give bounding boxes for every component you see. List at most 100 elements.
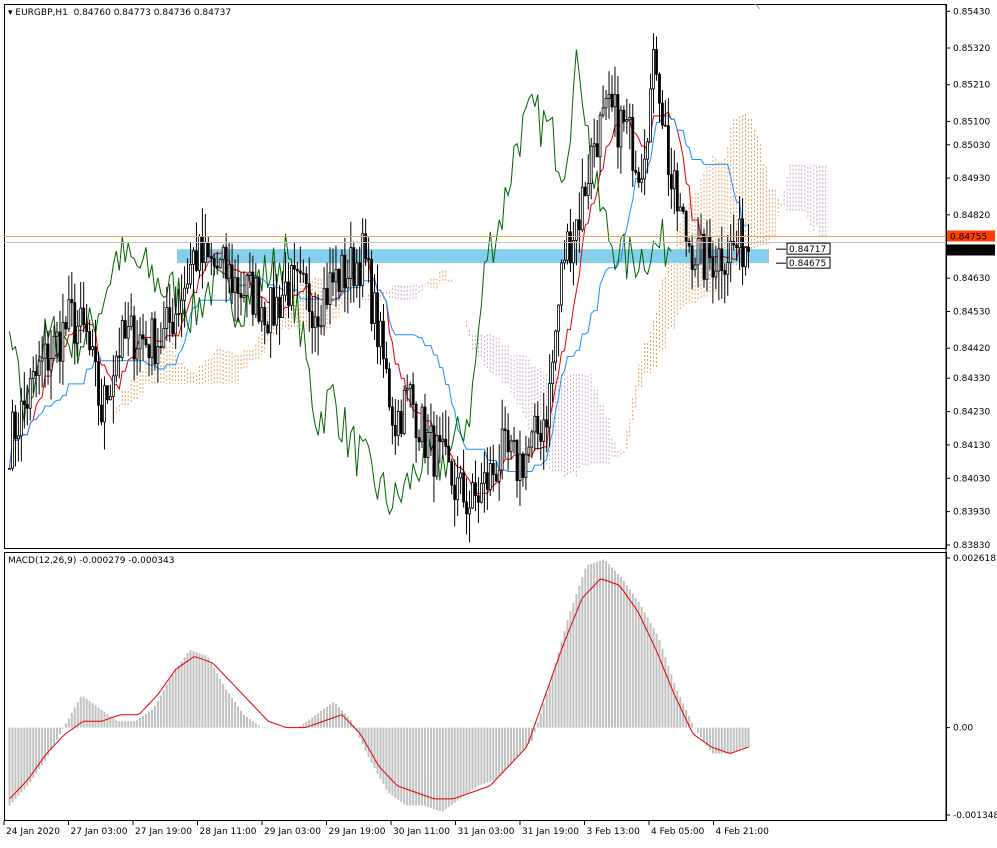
candle-body bbox=[64, 322, 68, 330]
candle-body bbox=[159, 346, 163, 348]
macd-bar bbox=[133, 721, 136, 728]
candle-body bbox=[156, 346, 160, 365]
candle-body bbox=[37, 360, 41, 377]
macd-bar bbox=[468, 727, 471, 793]
macd-bar bbox=[664, 657, 667, 728]
candle-body bbox=[120, 320, 124, 358]
macd-bar bbox=[334, 703, 337, 728]
candle-body bbox=[61, 322, 65, 362]
support-zone-rect[interactable] bbox=[177, 249, 769, 264]
macd-bar bbox=[732, 727, 735, 753]
candle-body bbox=[456, 477, 460, 500]
macd-bar bbox=[429, 727, 432, 808]
candle-body bbox=[230, 264, 234, 293]
candle-body bbox=[147, 344, 151, 359]
macd-histogram bbox=[8, 559, 750, 812]
candle-body bbox=[248, 271, 252, 276]
candle-body bbox=[301, 272, 305, 275]
macd-bar bbox=[11, 727, 14, 803]
macd-bar bbox=[311, 717, 314, 728]
time-tick-label: 31 Jan 03:00 bbox=[458, 827, 515, 837]
time-tick-label: 31 Jan 19:00 bbox=[522, 827, 579, 837]
candle-body bbox=[263, 307, 267, 326]
macd-bar bbox=[64, 723, 67, 728]
candle-body bbox=[295, 268, 299, 272]
macd-bar bbox=[320, 710, 323, 728]
macd-bar bbox=[643, 612, 646, 728]
candle-body bbox=[681, 206, 685, 212]
macd-bar bbox=[61, 727, 64, 729]
candle-body bbox=[497, 469, 501, 482]
macd-bar bbox=[702, 727, 705, 742]
macd-bar bbox=[118, 721, 121, 728]
candle-body bbox=[352, 247, 356, 287]
candle-body bbox=[655, 49, 658, 75]
macd-bar bbox=[602, 559, 605, 728]
macd-bar bbox=[477, 727, 480, 786]
candle-body bbox=[260, 307, 264, 322]
candle-body bbox=[215, 265, 219, 269]
candle-body bbox=[370, 259, 373, 324]
macd-bar bbox=[453, 727, 456, 803]
macd-bar bbox=[198, 653, 201, 728]
candle-body bbox=[444, 438, 448, 447]
macd-bar bbox=[385, 727, 388, 790]
macd-bar bbox=[447, 727, 450, 808]
candle-body bbox=[379, 320, 382, 348]
macd-bar bbox=[130, 721, 133, 728]
candle-body bbox=[693, 264, 697, 270]
candle-body bbox=[616, 94, 620, 148]
candle-body bbox=[192, 250, 195, 265]
candle-body bbox=[242, 295, 246, 298]
time-tick-label: 30 Jan 11:00 bbox=[393, 827, 450, 837]
macd-bar bbox=[504, 727, 507, 770]
macd-bar bbox=[551, 673, 554, 728]
candle-body bbox=[180, 299, 184, 314]
macd-bar bbox=[625, 585, 628, 728]
macd-bar bbox=[539, 712, 542, 728]
candle-body bbox=[619, 109, 623, 148]
candle-body bbox=[269, 287, 273, 334]
candle-body bbox=[408, 384, 412, 390]
macd-bar bbox=[744, 727, 747, 749]
candle-body bbox=[55, 331, 59, 337]
candle-body bbox=[275, 296, 279, 326]
macd-bar bbox=[584, 568, 587, 728]
price-tick-label: 0.84630 bbox=[953, 274, 990, 284]
candle-body bbox=[583, 186, 587, 196]
macd-bar bbox=[480, 727, 483, 785]
candle-body bbox=[506, 430, 510, 453]
candle-body bbox=[316, 316, 320, 327]
macd-bar bbox=[207, 657, 210, 728]
support-zone[interactable] bbox=[177, 249, 769, 264]
kijun-line bbox=[9, 115, 749, 472]
candle-body bbox=[251, 271, 255, 315]
time-tick-label: 4 Feb 21:00 bbox=[716, 827, 770, 837]
macd-bar bbox=[115, 720, 118, 728]
time-tick-label: 27 Jan 03:00 bbox=[71, 827, 128, 837]
candle-body bbox=[49, 358, 53, 371]
candle-body bbox=[91, 346, 94, 351]
candle-body bbox=[494, 474, 498, 482]
candle-body bbox=[364, 233, 368, 259]
macd-bar bbox=[180, 661, 183, 728]
macd-bar bbox=[281, 727, 284, 729]
candle-body bbox=[702, 233, 706, 280]
macd-bar bbox=[403, 727, 406, 805]
chart-canvas[interactable]: 0.847550.847370.847170.84675 0.854300.85… bbox=[0, 0, 997, 845]
candle-body bbox=[304, 273, 308, 285]
candle-body bbox=[610, 93, 614, 108]
macd-bar bbox=[655, 633, 658, 728]
candle-body bbox=[557, 304, 560, 332]
chart-menu-icon[interactable]: ▾ bbox=[8, 8, 13, 18]
candle-body bbox=[328, 272, 332, 305]
candle-body bbox=[340, 254, 344, 292]
candle-body bbox=[708, 236, 712, 259]
macd-bar bbox=[23, 727, 26, 790]
candle-body bbox=[524, 453, 528, 478]
chart-header: ▾ EURGBP,H1 0.84760 0.84773 0.84736 0.84… bbox=[8, 8, 231, 18]
candle-body bbox=[643, 158, 647, 180]
candle-body bbox=[477, 495, 480, 503]
candle-body bbox=[560, 262, 563, 306]
macd-bar bbox=[691, 722, 694, 728]
